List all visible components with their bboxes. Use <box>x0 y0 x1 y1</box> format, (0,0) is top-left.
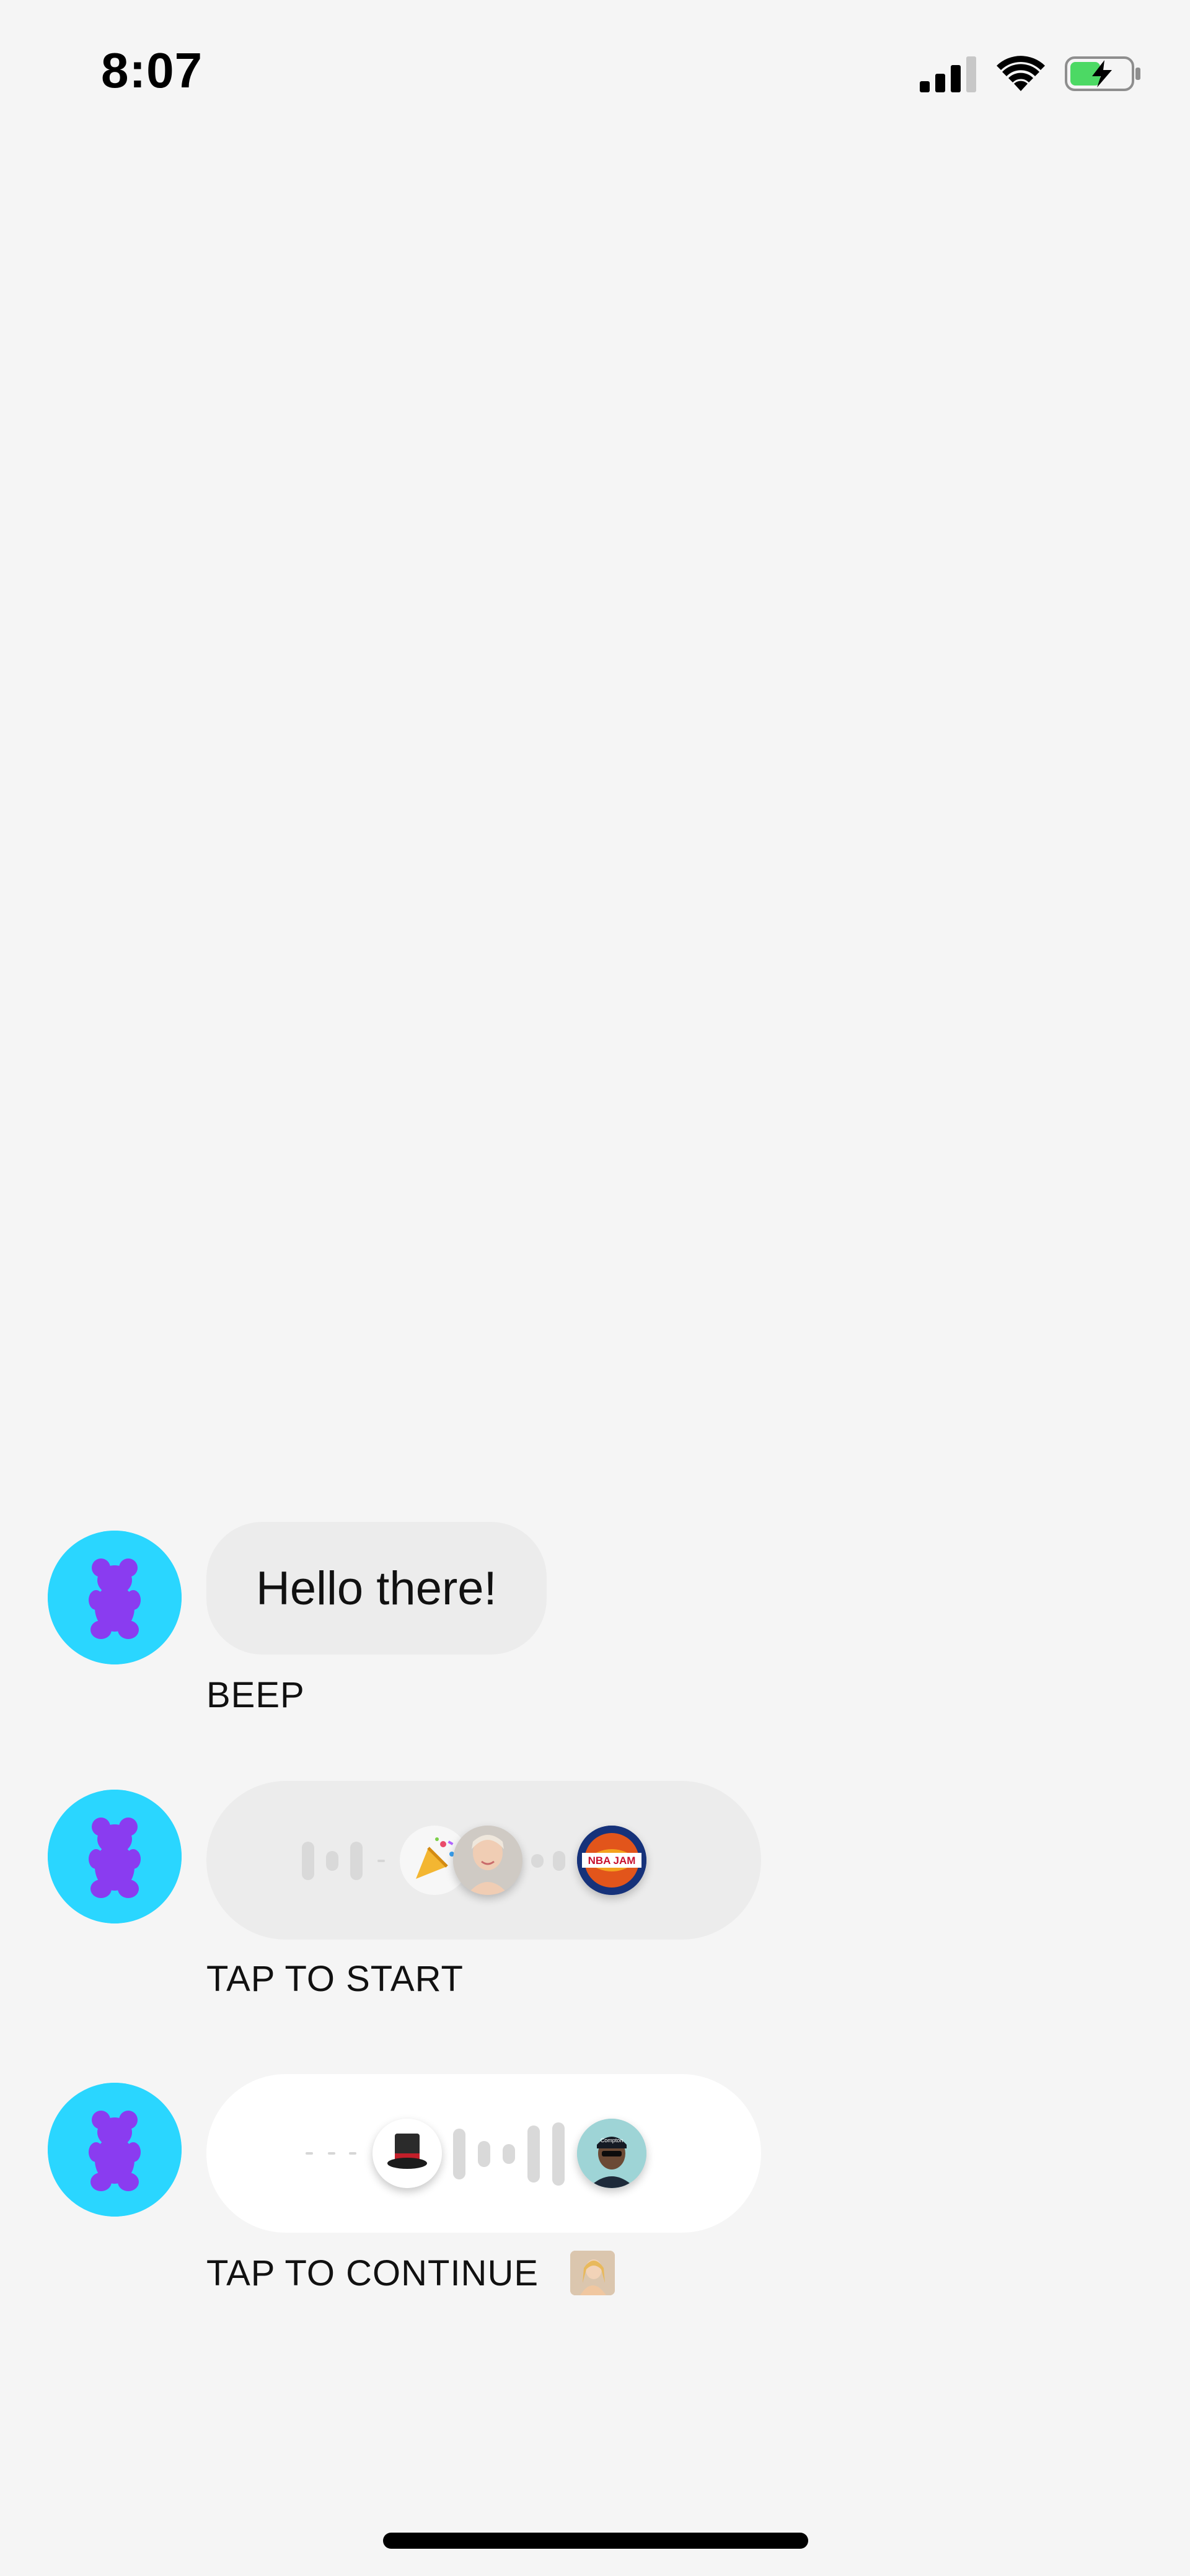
audio-message-bubble[interactable]: NBA JAM <box>206 1781 761 1940</box>
person-photo-thumbnail <box>570 2251 615 2295</box>
status-time: 8:07 <box>101 43 203 98</box>
waveform-dash <box>328 2152 335 2155</box>
audio-message-bubble[interactable]: Compton <box>206 2074 761 2233</box>
bot-avatar[interactable] <box>48 1531 182 1664</box>
waveform-dash <box>349 2152 356 2155</box>
person-photo-thumbnail <box>453 1826 522 1895</box>
status-bar: 8:07 <box>0 0 1190 149</box>
waveform-bar <box>527 2125 540 2183</box>
waveform-bar <box>531 1854 544 1868</box>
message-caption: BEEP <box>206 1675 305 1715</box>
message-caption: TAP TO START <box>206 1959 464 1999</box>
gummy-bear-icon <box>48 2083 182 2217</box>
home-indicator[interactable] <box>383 2533 808 2549</box>
message-caption: TAP TO CONTINUE <box>206 2253 539 2293</box>
nba-jam-thumbnail: NBA JAM <box>577 1826 646 1895</box>
waveform-bar <box>503 2144 515 2164</box>
waveform-dash <box>377 1860 385 1862</box>
waveform-bar <box>453 2129 465 2179</box>
message-bubble[interactable]: Hello there! <box>206 1522 547 1655</box>
gummy-bear-icon <box>48 1790 182 1923</box>
gummy-bear-icon <box>48 1531 182 1664</box>
bot-avatar[interactable] <box>48 2083 182 2217</box>
waveform-bar <box>350 1842 363 1880</box>
waveform-bar <box>478 2141 490 2167</box>
waveform-bar <box>552 2122 565 2186</box>
wifi-icon <box>997 55 1045 92</box>
top-hat-thumbnail <box>372 2119 442 2188</box>
message-row: NBA JAM TAP TO START <box>0 1781 1190 2010</box>
battery-charging-icon <box>1065 55 1143 92</box>
cellular-signal-icon <box>920 55 977 92</box>
chat-screen: 8:07 Hello there! BEEP NBA JAM TAP TO ST… <box>0 0 1190 2576</box>
person-in-cap-thumbnail: Compton <box>577 2119 646 2188</box>
svg-text:NBA JAM: NBA JAM <box>588 1855 636 1866</box>
message-row: Hello there! BEEP <box>0 1522 1190 1726</box>
waveform-bar <box>553 1851 565 1871</box>
waveform-bar <box>302 1842 314 1880</box>
svg-text:Compton: Compton <box>601 2137 624 2143</box>
status-icons <box>920 52 1143 95</box>
message-text: Hello there! <box>256 1562 497 1615</box>
waveform-dash <box>306 2152 313 2155</box>
message-row: Compton TAP TO CONTINUE <box>0 2074 1190 2310</box>
waveform-bar <box>326 1851 338 1871</box>
bot-avatar[interactable] <box>48 1790 182 1923</box>
